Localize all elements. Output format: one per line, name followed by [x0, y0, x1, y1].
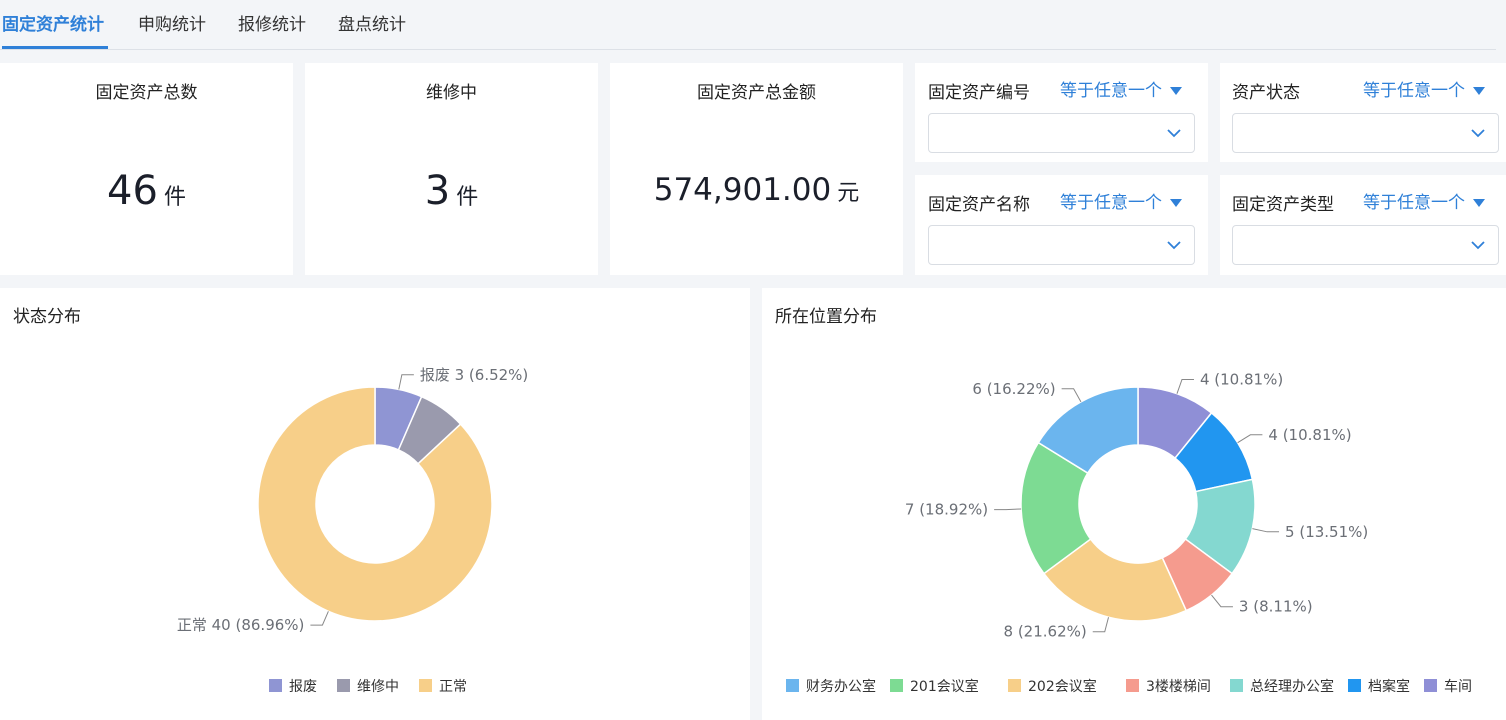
legend-item-车间[interactable]: 车间 [1424, 678, 1472, 695]
legend-swatch [337, 679, 350, 692]
status-distribution-panel: 报废 3 (6.52%) 正常 40 (86.96%) 报废 维修中 正常 [0, 288, 750, 720]
location-pie-chart: 4 (10.81%) 4 (10.81%) 5 (13.51%) 3 (8.11%) 8… [786, 371, 1472, 695]
filter-asset-code-operator[interactable]: 等于任意一个 [1060, 76, 1182, 101]
label-leader-line [398, 374, 414, 390]
legend-item-201会议室[interactable]: 201会议室 [890, 678, 979, 695]
chevron-down-icon [1471, 241, 1485, 250]
stat-amount-title: 固定资产总金额 [697, 83, 816, 103]
caret-down-icon [1170, 199, 1182, 207]
legend-label: 车间 [1444, 678, 1472, 695]
data-label-车间: 4 (10.81%) [1200, 371, 1283, 389]
label-leader-line [1211, 594, 1233, 608]
filter-asset-code-label: 固定资产编号 [928, 83, 1030, 103]
location-distribution-panel: 4 (10.81%) 4 (10.81%) 5 (13.51%) 3 (8.11%) 8… [762, 288, 1506, 720]
stat-total-value: 46 件 [0, 168, 293, 214]
legend-swatch [786, 679, 799, 692]
legend-item-维修中[interactable]: 维修中 [337, 679, 399, 695]
legend-label: 财务办公室 [806, 678, 876, 695]
label-leader-line [310, 611, 329, 626]
chevron-down-icon [1167, 129, 1181, 138]
caret-down-icon [1170, 87, 1182, 95]
stat-repair-value: 3件 [305, 168, 598, 214]
stat-repair-title: 维修中 [426, 83, 477, 103]
tab-bar: 固定资产统计 申购统计 报修统计 盘点统计 [0, 0, 1496, 50]
stat-total-title: 固定资产总数 [95, 83, 198, 103]
chevron-down-icon [1167, 241, 1181, 250]
stat-total-unit: 件 [163, 185, 186, 210]
location-panel-title: 所在位置分布 [775, 307, 877, 327]
data-label-201会议室: 7 (18.92%) [905, 501, 988, 519]
caret-down-icon [1473, 199, 1485, 207]
legend-label: 档案室 [1368, 678, 1410, 695]
legend-item-报废[interactable]: 报废 [269, 679, 317, 695]
legend-swatch [890, 679, 903, 692]
legend-label: 202会议室 [1028, 678, 1097, 695]
legend-item-财务办公室[interactable]: 财务办公室 [786, 678, 876, 695]
filter-asset-type-select[interactable] [1232, 225, 1499, 265]
tab-repair-stats[interactable]: 报修统计 [238, 10, 306, 48]
data-label-报废: 报废 3 (6.52%) [420, 366, 528, 384]
stat-total-number: 46 [107, 168, 158, 214]
stat-amount-value: 574,901.00 元 [610, 172, 903, 208]
status-panel-title: 状态分布 [13, 307, 81, 327]
legend-swatch [269, 679, 282, 692]
filter-asset-name-select[interactable] [928, 225, 1195, 265]
stat-amount-unit: 元 [837, 181, 860, 206]
filter-asset-status-select[interactable] [1232, 113, 1499, 153]
data-label-总经理办公室: 5 (13.51%) [1285, 523, 1368, 541]
label-leader-line [1092, 617, 1110, 633]
filter-asset-name-operator-text: 等于任意一个 [1060, 193, 1162, 213]
legend-label: 维修中 [357, 679, 399, 695]
filter-asset-name-label: 固定资产名称 [928, 195, 1030, 215]
data-label-3楼楼梯间: 3 (8.11%) [1239, 598, 1313, 616]
caret-down-icon [1473, 87, 1485, 95]
label-leader-line [994, 508, 1022, 511]
legend-label: 报废 [289, 679, 317, 695]
filter-asset-type-operator-text: 等于任意一个 [1363, 193, 1465, 213]
legend-swatch [1126, 679, 1139, 692]
stat-amount-number: 574,901.00 [653, 172, 832, 208]
legend-item-总经理办公室[interactable]: 总经理办公室 [1230, 678, 1334, 695]
tab-fixed-asset-stats[interactable]: 固定资产统计 [2, 10, 104, 48]
tab-purchase-stats[interactable]: 申购统计 [138, 10, 206, 48]
data-label-正常: 正常 40 (86.96%) [177, 616, 305, 634]
legend-label: 201会议室 [910, 678, 979, 695]
filter-asset-status-operator-text: 等于任意一个 [1363, 81, 1465, 101]
data-label-202会议室: 8 (21.62%) [1004, 623, 1087, 641]
legend-label: 总经理办公室 [1250, 678, 1334, 695]
filter-asset-status-label: 资产状态 [1232, 83, 1300, 103]
legend-label: 正常 [439, 679, 467, 695]
legend-item-档案室[interactable]: 档案室 [1348, 678, 1410, 695]
filter-asset-status-operator[interactable]: 等于任意一个 [1363, 76, 1485, 101]
label-leader-line [1061, 388, 1082, 403]
stat-repair-number: 3 [424, 168, 451, 214]
chevron-down-icon [1471, 129, 1485, 138]
label-leader-line [1176, 379, 1194, 394]
data-label-档案室: 4 (10.81%) [1268, 426, 1351, 444]
legend-item-正常[interactable]: 正常 [419, 679, 467, 695]
legend-swatch [1230, 679, 1243, 692]
legend-swatch [419, 679, 432, 692]
tab-inventory-stats[interactable]: 盘点统计 [338, 10, 406, 48]
label-leader-line [1237, 434, 1263, 444]
legend-item-3楼楼梯间[interactable]: 3楼楼梯间 [1126, 679, 1211, 695]
legend-swatch [1348, 679, 1361, 692]
label-leader-line [1252, 528, 1280, 533]
legend-label: 3楼楼梯间 [1146, 679, 1211, 695]
filter-asset-type-operator[interactable]: 等于任意一个 [1363, 188, 1485, 213]
status-pie-chart: 报废 3 (6.52%) 正常 40 (86.96%) 报废 维修中 正常 [177, 366, 528, 695]
filter-asset-name-operator[interactable]: 等于任意一个 [1060, 188, 1182, 213]
filter-asset-code-select[interactable] [928, 113, 1195, 153]
stat-repair-unit: 件 [456, 185, 479, 210]
legend-swatch [1008, 679, 1021, 692]
filter-asset-type-label: 固定资产类型 [1232, 195, 1334, 215]
active-tab-indicator [2, 46, 108, 49]
data-label-财务办公室: 6 (16.22%) [972, 380, 1055, 398]
filter-asset-code-operator-text: 等于任意一个 [1060, 81, 1162, 101]
legend-item-202会议室[interactable]: 202会议室 [1008, 678, 1097, 695]
legend-swatch [1424, 679, 1437, 692]
